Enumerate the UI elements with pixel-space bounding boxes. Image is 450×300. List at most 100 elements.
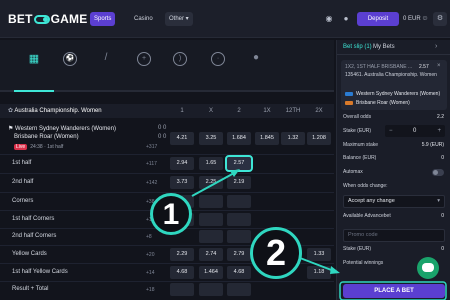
sports-underline [0, 90, 334, 92]
col-12th: 12TH [285, 108, 301, 114]
league-header: ✿ Australia Championship. Women 1 X 2 1X… [0, 104, 334, 118]
odds-cell[interactable]: 1.464 [199, 266, 223, 279]
odds-cell[interactable]: 2.74 [199, 248, 223, 261]
market-row-1st-half-yellow-cards[interactable]: 1st half Yellow Cards [12, 269, 68, 275]
odds-cell[interactable]: 3.73 [170, 176, 194, 189]
odds-cell[interactable]: 1.18 [307, 266, 331, 279]
odds-cell[interactable] [199, 195, 223, 208]
odds-cell[interactable]: 2.29 [170, 248, 194, 261]
close-icon[interactable]: × [437, 63, 441, 69]
odds-cell[interactable]: 2.79 [227, 248, 251, 261]
odds-cell[interactable]: 4.68 [170, 266, 194, 279]
odds-cell[interactable] [227, 283, 251, 296]
deposit-button[interactable]: Deposit [357, 12, 399, 26]
tab-my-bets[interactable]: My Bets [373, 44, 395, 50]
user-icon[interactable]: ☺ [418, 12, 432, 26]
odds-cell[interactable] [199, 213, 223, 226]
chevron-right-icon[interactable]: › [435, 43, 437, 50]
odds-cell[interactable]: 1.684 [227, 132, 251, 145]
odds-cell[interactable]: 4.68 [227, 266, 251, 279]
logo[interactable]: BET GAME [8, 12, 87, 26]
league-title[interactable]: ✿ Australia Championship. Women [8, 104, 102, 118]
odds-cell[interactable]: 1.208 [307, 132, 331, 145]
football-icon[interactable]: ⚽ [63, 52, 77, 66]
row-count: +14 [146, 270, 155, 276]
odds-cell[interactable]: 1.33 [307, 248, 331, 261]
odds-cell[interactable] [170, 283, 194, 296]
row-count: +117 [146, 161, 157, 167]
settings-icon[interactable]: ⚙ [433, 12, 447, 26]
bet-market: 1X2, 1ST HALF BRISBANE ... [345, 64, 413, 70]
nav-casino[interactable]: Casino [130, 12, 157, 26]
away-team[interactable]: Brisbane Roar (Women) [14, 134, 79, 140]
overall-odds-label: Overall odds [343, 114, 372, 120]
col-2x: 2X [315, 108, 323, 114]
odds-cell[interactable]: 1.65 [199, 157, 223, 170]
tennis-icon[interactable]: / [99, 52, 113, 66]
bet-away-team: Brisbane Roar (Women) [345, 100, 410, 106]
market-row-yellow-cards[interactable]: Yellow Cards [12, 251, 47, 257]
basketball-icon[interactable]: + [137, 52, 151, 66]
stake-value[interactable]: 0 [413, 125, 416, 137]
nav-other[interactable]: Other ▾ [165, 12, 193, 26]
odds-cell[interactable] [227, 195, 251, 208]
market-row-2nd-half-corners[interactable]: 2nd half Corners [12, 233, 56, 239]
table-tennis-icon[interactable]: ● [249, 52, 263, 66]
place-bet-button[interactable]: PLACE A BET [343, 284, 445, 298]
odds-cell[interactable]: 1.32 [281, 132, 305, 145]
balance-value: 0 [441, 155, 444, 161]
odds-cell[interactable]: 1.845 [255, 132, 279, 145]
home-team[interactable]: ⚑ Western Sydney Wanderers (Women) [8, 125, 116, 132]
row-count: +20 [146, 252, 155, 258]
away-score: 0 0 [158, 134, 167, 140]
tab-bet-slip[interactable]: Bet slip (1) [343, 44, 372, 50]
promo-code-input[interactable]: Promo code [343, 229, 445, 242]
bet-odds: 2.57 [419, 64, 429, 70]
home-score: 0 0 [158, 125, 167, 131]
market-row-1st-half-corners[interactable]: 1st half Corners [12, 216, 54, 222]
odds-cell[interactable]: 4.21 [170, 132, 194, 145]
col-2: 2 [237, 108, 241, 114]
advancebet-value: 0 [441, 213, 444, 219]
odds-cell[interactable] [227, 230, 251, 243]
odds-cell-selected[interactable]: 2.57 [225, 155, 253, 172]
bet-home-team: Western Sydney Wanderers (Women) [345, 91, 440, 97]
all-sports-icon[interactable]: ▦ [27, 52, 41, 66]
market-row-corners[interactable]: Corners [12, 198, 33, 204]
odds-cell[interactable]: 2.25 [199, 176, 223, 189]
plus-button[interactable]: + [437, 125, 441, 137]
more-markets[interactable]: +317 [146, 144, 157, 150]
odds-cell[interactable] [199, 283, 223, 296]
chevron-down-icon: ▾ [437, 198, 440, 204]
odds-cell[interactable] [227, 213, 251, 226]
stake-stepper[interactable]: − 0 + [385, 125, 445, 137]
automax-toggle[interactable] [432, 169, 444, 176]
col-1: 1 [180, 108, 184, 114]
odds-change-select[interactable]: Accept any change ▾ [343, 195, 445, 208]
apple-icon[interactable]: ● [341, 14, 351, 24]
advancebet-label: Available Advancebet [343, 213, 391, 219]
row-count: +8 [146, 234, 152, 240]
odds-cell[interactable]: 2.19 [227, 176, 251, 189]
chat-icon[interactable] [417, 257, 439, 279]
android-icon[interactable]: ◉ [324, 14, 334, 24]
market-row-1st-half[interactable]: 1st half [12, 160, 31, 166]
market-row-2nd-half[interactable]: 2nd half [12, 179, 33, 185]
market-row-result-total[interactable]: Result + Total [12, 286, 48, 292]
bet-league: 135461. Australia Championship. Women [345, 72, 437, 78]
odds-cell[interactable]: 3.25 [199, 132, 223, 145]
volleyball-icon[interactable]: ) [173, 52, 187, 66]
callout-1: 1 [150, 193, 192, 235]
sports-bar: ▦ ⚽ / + ) · ● [0, 40, 334, 92]
automax-label: Automax [343, 169, 363, 175]
nav-sports[interactable]: Sports [90, 12, 116, 26]
odds-cell[interactable] [199, 230, 223, 243]
odds-change-label: When odds change: [343, 183, 388, 189]
odds-cell[interactable]: 2.94 [170, 157, 194, 170]
bet-card: 1X2, 1ST HALF BRISBANE ... 2.57 × 135461… [341, 60, 447, 110]
stake-summary-value: 0 [441, 246, 444, 252]
potential-winnings-label: Potential winnings [343, 260, 384, 266]
col-1x: 1X [263, 108, 271, 114]
minus-button[interactable]: − [389, 125, 393, 137]
hockey-icon[interactable]: · [211, 52, 225, 66]
